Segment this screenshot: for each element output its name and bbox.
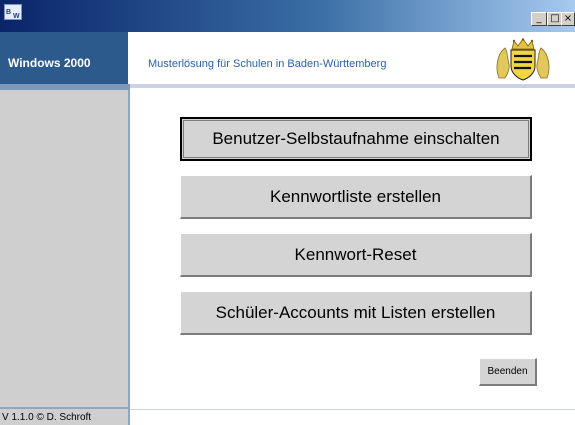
main-divider [130,84,575,88]
main-bottom-divider [130,409,575,410]
self-registration-button[interactable]: Benutzer-Selbstaufnahme einschalten [180,117,532,161]
os-banner: Windows 2000 [0,32,130,84]
subtitle: Musterlösung für Schulen in Baden-Württe… [148,58,387,70]
exit-button[interactable]: Beenden [479,358,537,386]
svg-text:W: W [13,13,20,19]
student-accounts-button[interactable]: Schüler-Accounts mit Listen erstellen [180,291,532,335]
title-bar[interactable]: B W _ □ × [0,0,575,32]
password-list-button[interactable]: Kennwortliste erstellen [180,175,532,219]
student-accounts-label: Schüler-Accounts mit Listen erstellen [215,302,496,322]
maximize-icon: □ [550,13,560,24]
minimize-icon: _ [536,13,542,24]
svg-text:B: B [6,9,11,16]
header-banner: Musterlösung für Schulen in Baden-Württe… [130,32,575,84]
password-list-label: Kennwortliste erstellen [269,186,442,206]
password-reset-button[interactable]: Kennwort-Reset [180,233,532,277]
application-window: B W _ □ × Windows 2000 Musterlösung für … [0,0,575,425]
sidebar-divider [0,84,130,90]
self-registration-label: Benutzer-Selbstaufnahme einschalten [212,129,500,148]
version-label: V 1.1.0 © D. Schroft [2,412,92,423]
password-reset-label: Kennwort-Reset [294,244,417,264]
minimize-button[interactable]: _ [531,12,547,26]
exit-label: Beenden [487,366,528,377]
os-label: Windows 2000 [8,56,91,70]
sidebar-bottom-divider [0,407,130,409]
close-icon: × [563,13,573,24]
bw-app-icon[interactable]: B W [4,4,22,20]
sidebar [0,84,130,425]
coat-of-arms-icon [496,38,550,81]
close-button[interactable]: × [561,12,575,26]
